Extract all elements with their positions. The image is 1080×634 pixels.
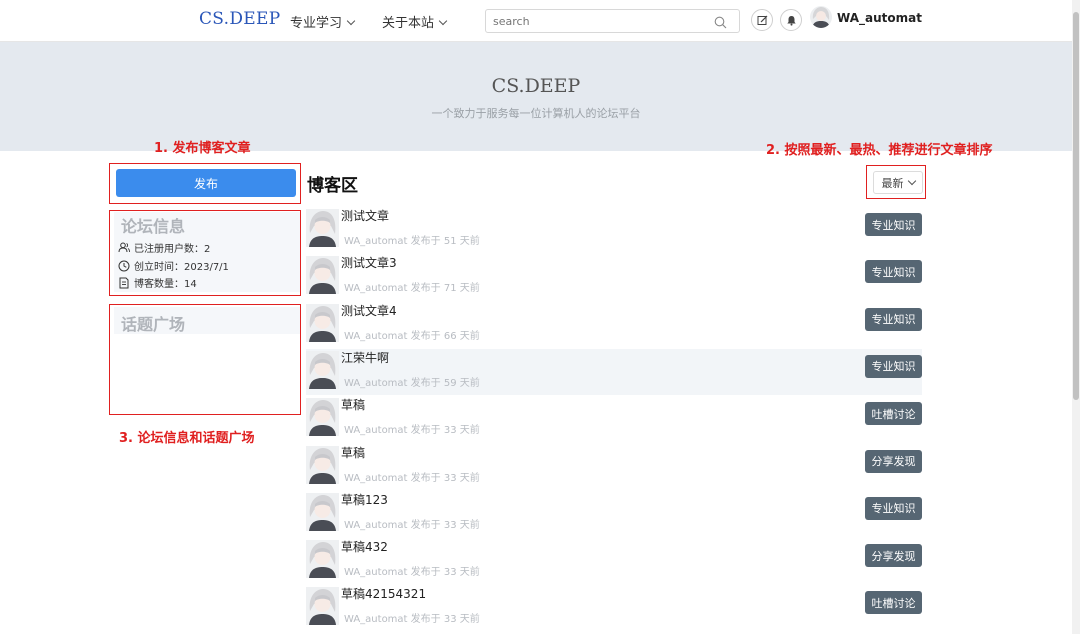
post-meta: WA_automat 发布于 33 天前 — [344, 567, 480, 579]
post-title[interactable]: 测试文章 — [341, 207, 389, 224]
edit-icon — [757, 15, 767, 25]
author-avatar[interactable] — [306, 492, 339, 531]
post-title[interactable]: 草稿 — [341, 444, 365, 461]
forum-info-panel: 论坛信息 已注册用户数：2 创立时间：2023/7/1 博客数量：14 — [114, 212, 300, 292]
post-tag[interactable]: 专业知识 — [865, 354, 922, 378]
author-avatar[interactable] — [306, 209, 339, 247]
nav-menu-about[interactable]: 关于本站 — [382, 12, 448, 31]
post-title[interactable]: 草稿42154321 — [341, 585, 426, 602]
chevron-down-icon — [346, 16, 356, 26]
nav-menu-study-label: 专业学习 — [290, 16, 343, 31]
post-title[interactable]: 草稿432 — [341, 538, 388, 555]
post-item[interactable]: 草稿 WA_automat 发布于 33 天前 吐槽讨论 — [306, 396, 922, 442]
post-item[interactable]: 测试文章4 WA_automat 发布于 66 天前 专业知识 — [306, 302, 922, 348]
username-label[interactable]: WA_automat — [837, 11, 922, 25]
forum-info-blogs: 博客数量：14 — [118, 275, 197, 290]
post-tag[interactable]: 专业知识 — [865, 260, 922, 284]
forum-info-created: 创立时间：2023/7/1 — [118, 258, 229, 273]
author-avatar[interactable] — [306, 445, 339, 484]
post-meta: WA_automat 发布于 33 天前 — [344, 425, 480, 437]
forum-info-created-text: 创立时间：2023/7/1 — [134, 262, 229, 273]
annotation-sort: 2. 按照最新、最热、推荐进行文章排序 — [766, 143, 993, 158]
annotation-publish: 1. 发布博客文章 — [154, 141, 251, 156]
users-icon — [118, 242, 130, 253]
document-icon — [119, 277, 129, 288]
topics-panel: 话题广场 — [114, 307, 300, 334]
search-input[interactable] — [493, 11, 693, 32]
post-tag[interactable]: 吐槽讨论 — [865, 591, 922, 615]
nav-menu-about-label: 关于本站 — [382, 16, 435, 31]
sort-dropdown[interactable]: 最新 — [873, 171, 923, 194]
post-meta: WA_automat 发布于 33 天前 — [344, 519, 480, 531]
sort-dropdown-label: 最新 — [881, 176, 904, 190]
hero-subtitle: 一个致力于服务每一位计算机人的论坛平台 — [431, 107, 641, 120]
post-meta: WA_automat 发布于 51 天前 — [344, 236, 480, 247]
page-scrollbar[interactable] — [1072, 0, 1080, 634]
post-item[interactable]: 江荣牛啊 WA_automat 发布于 59 天前 专业知识 — [306, 348, 922, 395]
post-item[interactable]: 草稿 WA_automat 发布于 33 天前 分享发现 — [306, 444, 922, 490]
post-tag[interactable]: 专业知识 — [865, 496, 922, 520]
post-tag[interactable]: 分享发现 — [865, 449, 922, 473]
post-title[interactable]: 草稿123 — [341, 491, 388, 508]
post-title[interactable]: 江荣牛啊 — [341, 349, 389, 366]
write-post-button[interactable] — [751, 9, 773, 31]
search-box — [485, 9, 740, 33]
author-avatar[interactable] — [306, 587, 339, 626]
post-tag[interactable]: 专业知识 — [865, 307, 922, 331]
hero-banner: CS.DEEP 一个致力于服务每一位计算机人的论坛平台 — [0, 42, 1072, 151]
post-tag[interactable]: 分享发现 — [865, 544, 922, 568]
post-item[interactable]: 测试文章 WA_automat 发布于 51 天前 专业知识 — [306, 207, 922, 253]
post-item[interactable]: 草稿123 WA_automat 发布于 33 天前 专业知识 — [306, 491, 922, 537]
chevron-down-icon — [907, 176, 916, 185]
post-title[interactable]: 测试文章4 — [341, 302, 397, 319]
post-title[interactable]: 草稿 — [341, 396, 365, 413]
search-icon[interactable] — [714, 14, 727, 33]
post-meta: WA_automat 发布于 66 天前 — [344, 330, 480, 342]
clock-icon — [118, 260, 130, 271]
post-tag[interactable]: 吐槽讨论 — [865, 402, 922, 426]
brand-logo[interactable]: CS.DEEP — [199, 9, 280, 29]
scrollbar-thumb[interactable] — [1073, 12, 1079, 400]
forum-info-title: 论坛信息 — [121, 217, 186, 236]
author-avatar[interactable] — [306, 398, 339, 437]
forum-info-blogs-text: 博客数量：14 — [134, 279, 197, 290]
forum-info-users: 已注册用户数：2 — [118, 240, 210, 255]
post-tag[interactable]: 专业知识 — [865, 213, 922, 236]
author-avatar[interactable] — [306, 256, 339, 295]
user-avatar[interactable] — [810, 6, 832, 28]
hero-title: CS.DEEP — [491, 75, 581, 97]
topics-title: 话题广场 — [121, 315, 186, 334]
bell-icon — [786, 15, 796, 26]
post-item[interactable]: 测试文章3 WA_automat 发布于 71 天前 专业知识 — [306, 254, 922, 300]
publish-button[interactable]: 发布 — [116, 169, 296, 197]
post-meta: WA_automat 发布于 33 天前 — [344, 472, 480, 484]
post-meta: WA_automat 发布于 33 天前 — [344, 614, 480, 626]
post-meta: WA_automat 发布于 59 天前 — [344, 377, 480, 389]
post-item[interactable]: 草稿432 WA_automat 发布于 33 天前 分享发现 — [306, 538, 922, 584]
post-title[interactable]: 测试文章3 — [341, 254, 397, 271]
post-meta: WA_automat 发布于 71 天前 — [344, 283, 480, 295]
author-avatar[interactable] — [306, 303, 339, 342]
forum-info-users-text: 已注册用户数：2 — [134, 244, 211, 255]
post-item[interactable]: 草稿42154321 WA_automat 发布于 33 天前 吐槽讨论 — [306, 585, 922, 631]
author-avatar[interactable] — [306, 540, 339, 579]
chevron-down-icon — [438, 16, 448, 26]
nav-menu-study[interactable]: 专业学习 — [290, 12, 356, 31]
annotation-forum-info: 3. 论坛信息和话题广场 — [119, 431, 255, 446]
notification-button[interactable] — [780, 9, 802, 31]
author-avatar[interactable] — [306, 350, 339, 389]
top-navbar: CS.DEEP 专业学习 关于本站 WA_automat — [0, 0, 1072, 42]
blog-section-title: 博客区 — [307, 176, 358, 196]
